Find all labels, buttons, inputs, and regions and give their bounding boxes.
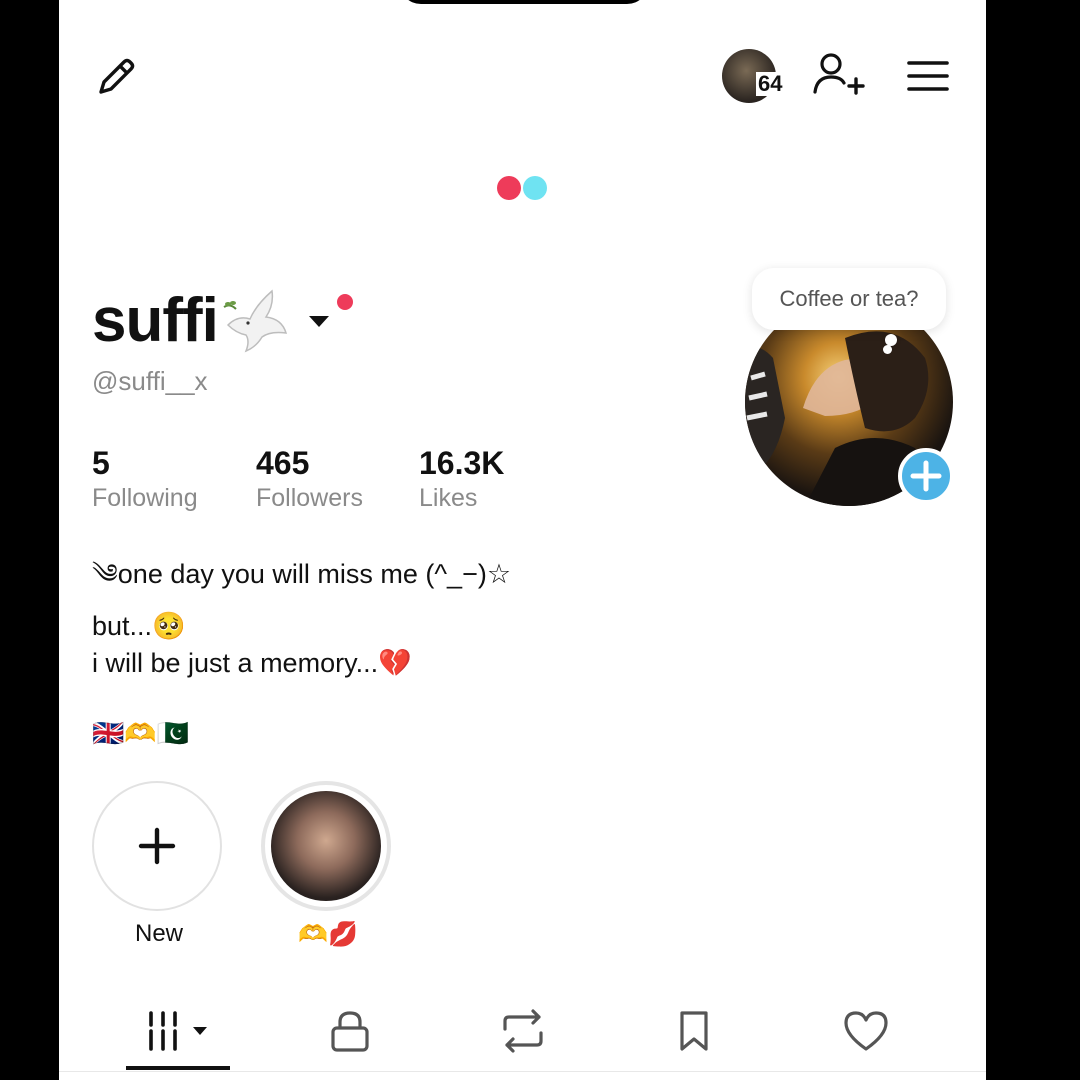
lock-icon <box>331 1011 369 1052</box>
story-highlight[interactable] <box>261 781 395 915</box>
loading-indicator <box>497 176 549 200</box>
profile-screen: 64 suffi @suffi__x 5 Following 465 Follo… <box>59 0 986 1080</box>
loading-dot-red <box>497 176 521 200</box>
display-name-row[interactable]: suffi <box>92 280 353 360</box>
dove-icon <box>223 289 287 353</box>
tab-private[interactable] <box>322 1007 378 1055</box>
highlight-label: 🫶💋 <box>298 921 358 948</box>
tab-videos[interactable] <box>145 1007 215 1055</box>
profile-bio: ༄one day you will miss me (^_−)☆ but...🥺… <box>92 556 511 741</box>
plus-icon <box>910 460 942 492</box>
heart-icon <box>844 1011 888 1051</box>
repost-icon <box>503 1009 543 1053</box>
highlight-ring <box>261 781 391 911</box>
stat-likes[interactable]: 16.3K Likes <box>419 444 569 514</box>
hamburger-menu-icon[interactable] <box>905 55 951 97</box>
highlight-ring <box>92 781 222 911</box>
divider <box>59 1071 986 1072</box>
display-name: suffi <box>92 285 219 355</box>
note-bubble-tail <box>883 345 892 354</box>
bio-line: but...🥺 <box>92 611 186 641</box>
tab-liked[interactable] <box>838 1007 894 1055</box>
bio-line: i will be just a memory...💔 <box>92 648 412 678</box>
account-switch-caret-icon[interactable] <box>306 310 332 330</box>
stat-following[interactable]: 5 Following <box>92 444 242 514</box>
stat-label: Following <box>92 484 198 512</box>
loading-dot-cyan <box>523 176 547 200</box>
stat-value: 465 <box>256 445 310 481</box>
stat-followers[interactable]: 465 Followers <box>256 444 406 514</box>
active-tab-indicator <box>126 1066 230 1070</box>
add-friend-icon[interactable] <box>811 50 867 102</box>
stat-label: Followers <box>256 484 363 512</box>
tab-saved[interactable] <box>666 1007 722 1055</box>
stat-label: Likes <box>419 484 478 512</box>
new-highlight-button[interactable] <box>92 781 226 915</box>
bio-flags: 🇬🇧🫶🇵🇰 <box>92 718 190 748</box>
stat-value: 5 <box>92 445 110 481</box>
add-story-button[interactable] <box>898 448 954 504</box>
highlight-cover-image <box>271 791 381 901</box>
note-bubble[interactable]: Coffee or tea? <box>752 268 946 330</box>
bio-line: ༄one day you will miss me (^_−)☆ <box>92 559 512 589</box>
tab-reposts[interactable] <box>495 1007 551 1055</box>
bookmark-icon <box>680 1011 708 1051</box>
profile-tabs <box>59 995 986 1075</box>
videos-grid-icon <box>149 1011 207 1051</box>
plus-icon <box>138 827 176 865</box>
notification-dot <box>337 294 353 310</box>
pencil-icon[interactable] <box>91 52 141 102</box>
story-count-badge: 64 <box>756 71 785 96</box>
stat-value: 16.3K <box>419 445 505 481</box>
device-notch <box>399 0 649 4</box>
highlight-label: New <box>134 920 183 947</box>
username[interactable]: @suffi__x <box>92 366 208 397</box>
